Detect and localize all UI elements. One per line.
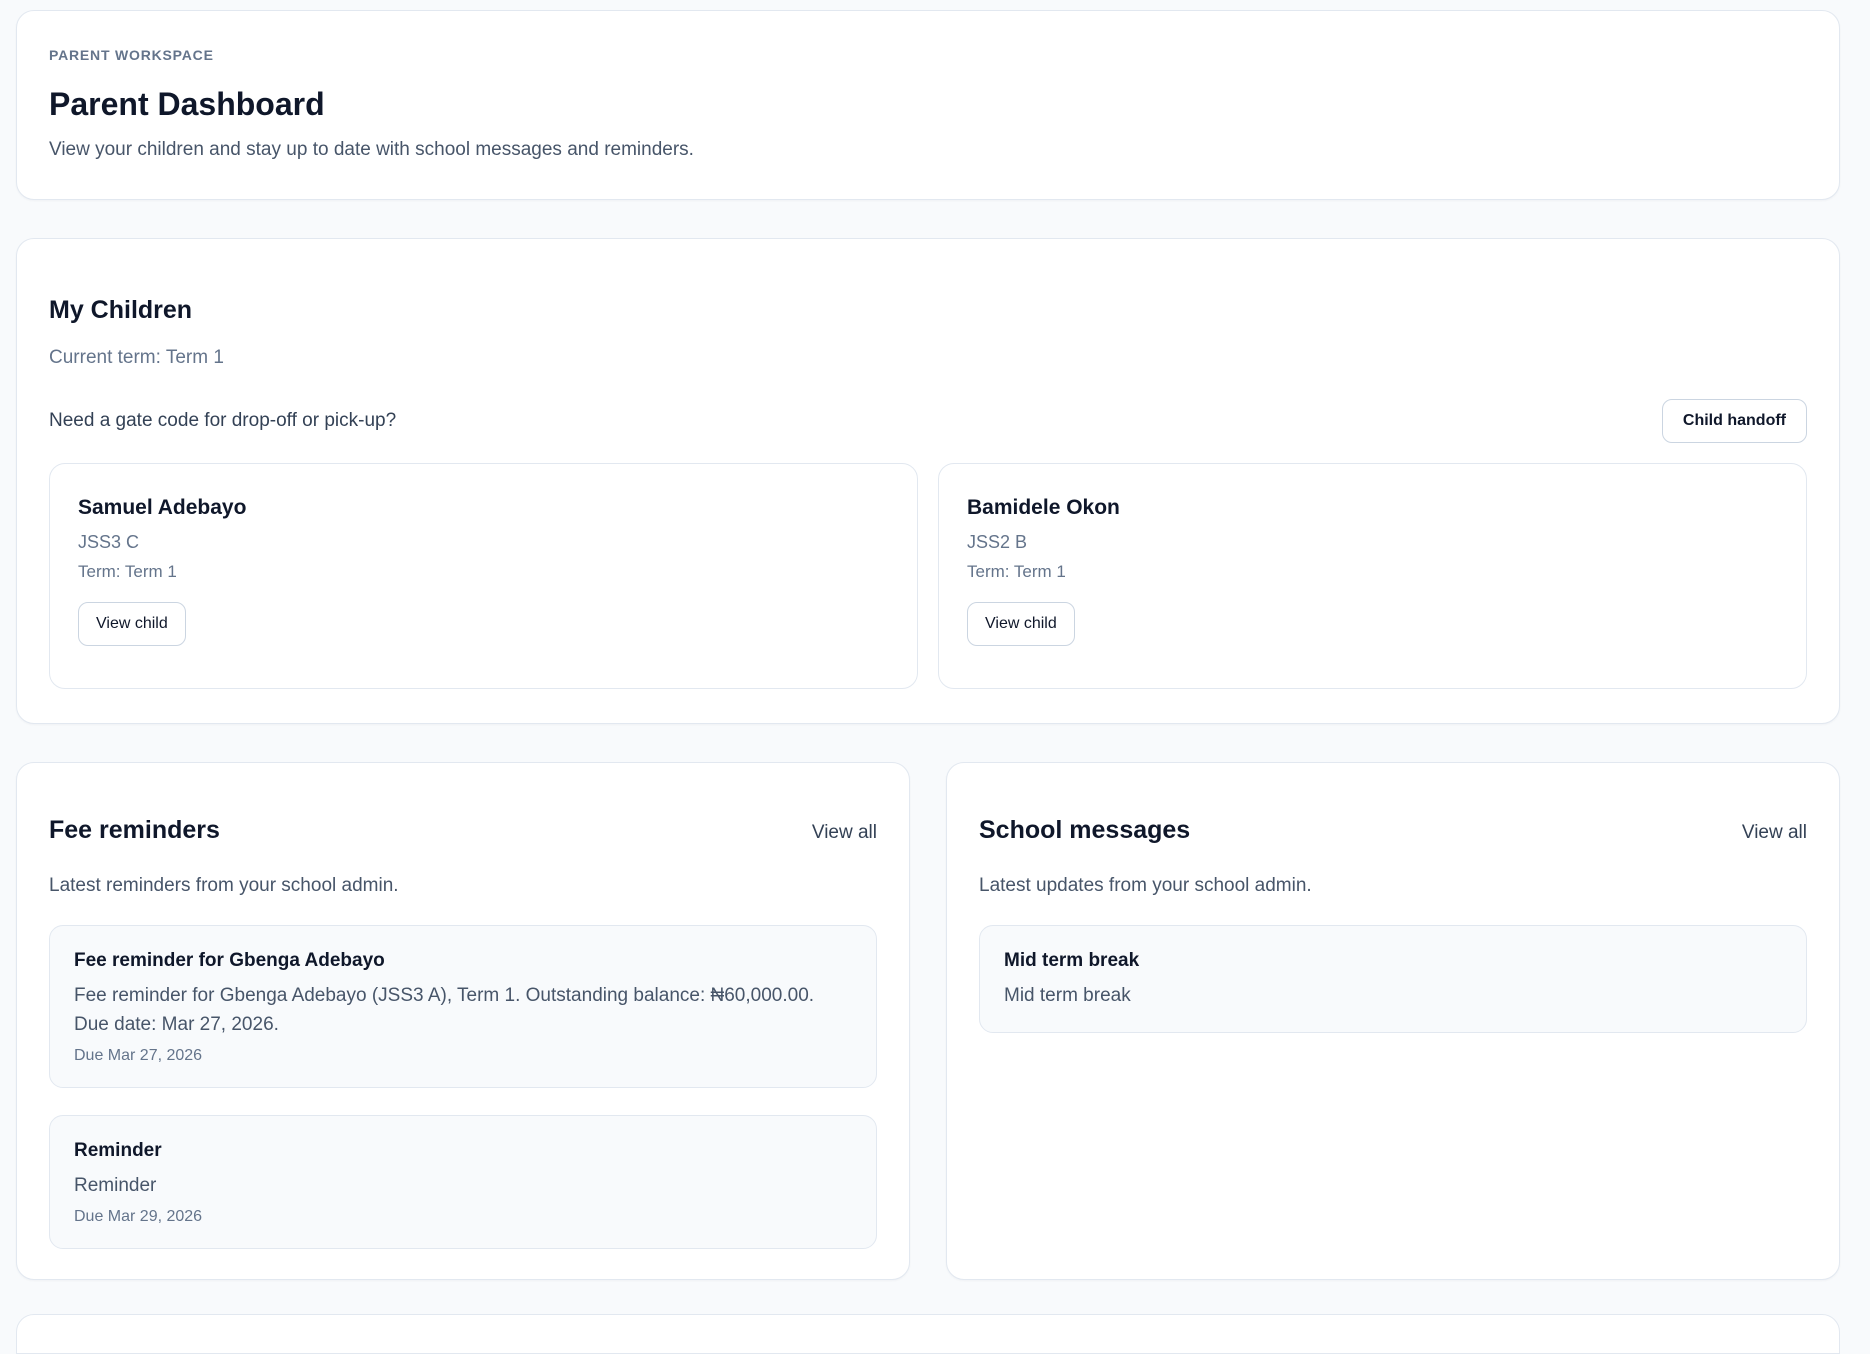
bottom-grid: Fee reminders View all Latest reminders … [16,762,1840,1281]
fee-reminders-subtitle: Latest reminders from your school admin. [49,875,877,897]
my-children-card: My Children Current term: Term 1 Need a … [16,238,1840,724]
child-class: JSS2 B [967,532,1778,553]
view-child-button[interactable]: View child [78,602,186,646]
gate-code-prompt: Need a gate code for drop-off or pick-up… [49,410,396,432]
fee-reminders-header: Fee reminders View all [49,793,877,867]
partial-next-card [16,1314,1840,1354]
current-term-text: Current term: Term 1 [49,347,1807,369]
child-term: Term: Term 1 [78,562,889,582]
fee-reminder-item: Reminder Reminder Due Mar 29, 2026 [49,1115,877,1249]
fee-reminder-item-body: Reminder [74,1171,852,1200]
child-name: Bamidele Okon [967,494,1778,521]
school-message-item-title: Mid term break [1004,948,1782,973]
school-message-item: Mid term break Mid term break [979,925,1807,1033]
fee-reminder-item-due-date: Due Mar 29, 2026 [74,1208,852,1226]
child-class: JSS3 C [78,532,889,553]
fee-reminders-list: Fee reminder for Gbenga Adebayo Fee remi… [49,925,877,1249]
child-name: Samuel Adebayo [78,494,889,521]
parent-workspace-header-card: PARENT WORKSPACE Parent Dashboard View y… [16,10,1840,200]
view-child-button[interactable]: View child [967,602,1075,646]
school-messages-list: Mid term break Mid term break [979,925,1807,1033]
fee-reminder-item-body: Fee reminder for Gbenga Adebayo (JSS3 A)… [74,981,852,1039]
child-term: Term: Term 1 [967,562,1778,582]
fee-reminder-item: Fee reminder for Gbenga Adebayo Fee remi… [49,925,877,1088]
workspace-eyebrow: PARENT WORKSPACE [49,47,1807,63]
page-title: Parent Dashboard [49,84,1807,124]
fee-reminders-title: Fee reminders [49,814,220,846]
children-grid: Samuel Adebayo JSS3 C Term: Term 1 View … [49,463,1807,689]
school-message-item-body: Mid term break [1004,981,1782,1010]
fee-reminder-item-title: Reminder [74,1138,852,1163]
school-messages-card: School messages View all Latest updates … [946,762,1840,1281]
child-card: Samuel Adebayo JSS3 C Term: Term 1 View … [49,463,918,689]
school-messages-title: School messages [979,814,1190,846]
gate-code-row: Need a gate code for drop-off or pick-up… [49,399,1807,443]
child-handoff-button[interactable]: Child handoff [1662,399,1807,443]
fee-reminders-card: Fee reminders View all Latest reminders … [16,762,910,1281]
page-subtitle: View your children and stay up to date w… [49,137,1807,163]
school-messages-subtitle: Latest updates from your school admin. [979,875,1807,897]
fee-reminders-view-all-link[interactable]: View all [812,822,877,844]
fee-reminder-item-title: Fee reminder for Gbenga Adebayo [74,948,852,973]
fee-reminder-item-due-date: Due Mar 27, 2026 [74,1047,852,1065]
child-card: Bamidele Okon JSS2 B Term: Term 1 View c… [938,463,1807,689]
my-children-title: My Children [49,294,1807,326]
school-messages-header: School messages View all [979,793,1807,867]
school-messages-view-all-link[interactable]: View all [1742,822,1807,844]
